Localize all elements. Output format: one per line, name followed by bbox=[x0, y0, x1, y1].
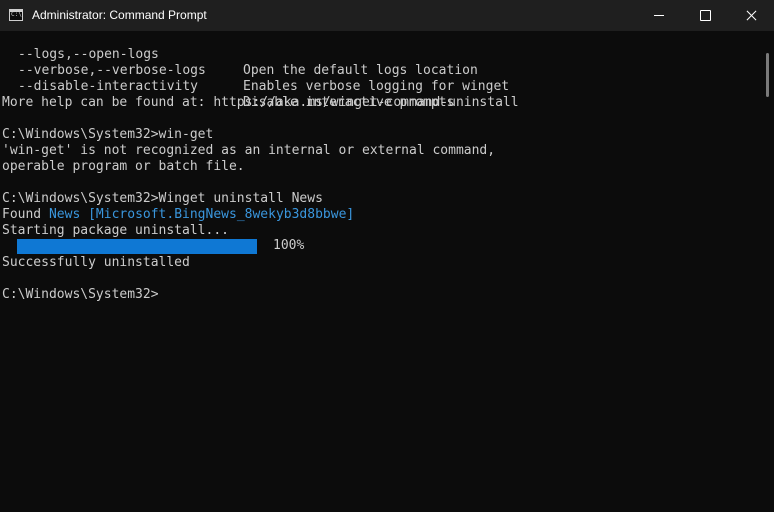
error-line: 'win-get' is not recognized as an intern… bbox=[2, 143, 496, 158]
progress-label: 100% bbox=[273, 238, 305, 253]
command-line: C:\Windows\System32>Winget uninstall New… bbox=[2, 191, 323, 206]
console-output[interactable]: --logs,--open-logs Open the default logs… bbox=[0, 31, 762, 512]
success-line: Successfully uninstalled bbox=[2, 255, 190, 270]
scrollbar[interactable] bbox=[762, 31, 774, 512]
option-line: --logs,--open-logs Open the default logs… bbox=[2, 31, 762, 78]
option-description: Enables verbose logging for winget bbox=[243, 79, 510, 94]
found-prefix: Found bbox=[2, 207, 49, 222]
scrollbar-thumb[interactable] bbox=[766, 53, 769, 97]
command-prompt-window: C:\ Administrator: Command Prompt --logs… bbox=[0, 0, 774, 512]
command-line: C:\Windows\System32>win-get bbox=[2, 127, 214, 142]
progress-bar bbox=[17, 239, 257, 254]
option-flag: --disable-interactivity bbox=[18, 79, 199, 94]
minimize-icon bbox=[654, 15, 664, 16]
close-button[interactable] bbox=[728, 0, 774, 31]
maximize-icon bbox=[699, 10, 711, 21]
window-title: Administrator: Command Prompt bbox=[32, 8, 207, 22]
found-space bbox=[80, 207, 88, 222]
maximize-button[interactable] bbox=[682, 0, 728, 31]
cmd-icon-text: C:\ bbox=[11, 11, 22, 18]
title-bar[interactable]: C:\ Administrator: Command Prompt bbox=[0, 0, 774, 31]
found-line: Found News [Microsoft.BingNews_8wekyb3d8… bbox=[2, 207, 354, 223]
option-line: --verbose,--verbose-logs Enables verbose… bbox=[2, 47, 762, 94]
close-icon bbox=[746, 10, 757, 21]
option-line: --disable-interactivity Disable interact… bbox=[2, 63, 762, 110]
prompt-line[interactable]: C:\Windows\System32> bbox=[2, 287, 159, 303]
help-line: More help can be found at: https://aka.m… bbox=[2, 95, 519, 110]
package-name: News bbox=[48, 207, 81, 222]
package-id: [Microsoft.BingNews_8wekyb3d8bbwe] bbox=[88, 207, 355, 222]
minimize-button[interactable] bbox=[636, 0, 682, 31]
progress-fill bbox=[17, 239, 257, 254]
status-line: Starting package uninstall... bbox=[2, 223, 229, 238]
cmd-icon: C:\ bbox=[9, 9, 23, 21]
error-line: operable program or batch file. bbox=[2, 159, 245, 174]
